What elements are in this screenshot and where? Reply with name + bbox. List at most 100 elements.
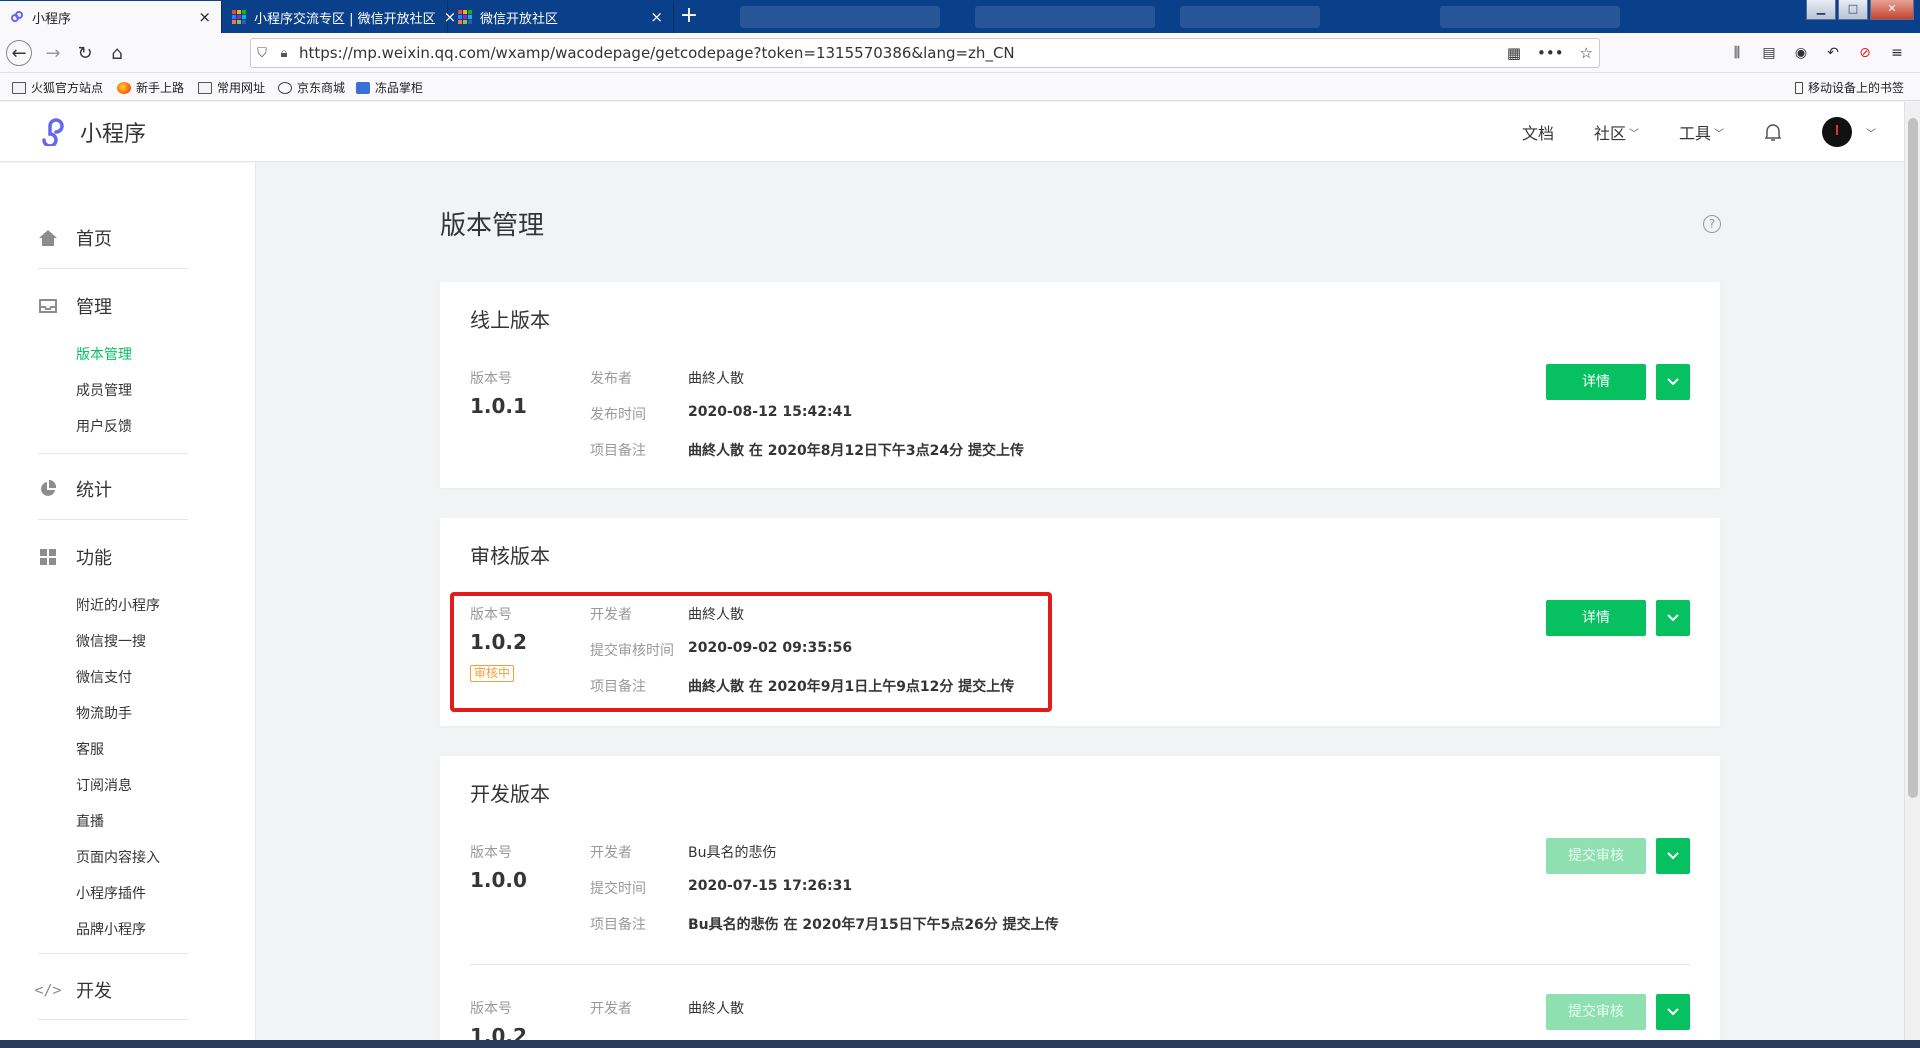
window-controls: ▁ □ ✕ [1804,0,1914,20]
sidebar-item-search[interactable]: 微信搜一搜 [76,631,146,651]
globe-icon [278,81,292,94]
note-label: 项目备注 [590,443,646,459]
avatar[interactable] [1822,117,1852,147]
window-close-icon[interactable]: ✕ [1870,0,1914,20]
detail-button[interactable]: 详情 [1546,600,1646,636]
sidebar: 首页 管理 版本管理 成员管理 用户反馈 统计 功能 附近的小程序 微信搜一搜 … [0,163,256,1048]
reload-icon[interactable]: ↻ [72,40,98,66]
code-icon: </> [34,981,62,999]
lock-icon[interactable]: 🔒︎ [273,46,295,61]
star-bookmark-icon[interactable]: ☆ [1580,44,1593,62]
detail-button[interactable]: 详情 [1546,364,1646,400]
sidebar-item-stats[interactable]: 统计 [38,476,112,502]
sidebar-item-version-management[interactable]: 版本管理 [76,344,132,364]
version-number: 1.0.1 [470,394,527,418]
bookmark-common-sites[interactable]: 常用网址 [198,79,265,96]
miniprogram-logo-icon [42,118,64,146]
shield-icon[interactable]: ⛉ [251,46,273,61]
sidebar-item-members[interactable]: 成员管理 [76,380,132,400]
sidebar-item-feedback[interactable]: 用户反馈 [76,416,132,436]
bookmark-jd[interactable]: 京东商城 [278,79,345,96]
library-icon[interactable]: ⫼ [1724,41,1750,65]
url-bar[interactable]: ⛉ 🔒︎ https://mp.weixin.qq.com/wxamp/waco… [250,38,1600,68]
sidebar-item-features[interactable]: 功能 [38,544,112,570]
sidebar-label: 统计 [76,480,112,501]
sidebar-item-live[interactable]: 直播 [76,811,104,831]
publisher-label: 发布者 [590,371,632,387]
sidebar-toggle-icon[interactable]: ▤ [1756,41,1782,65]
nav-tools-label: 工具 [1678,124,1711,143]
more-dropdown-button[interactable] [1656,994,1690,1030]
sidebar-item-nearby[interactable]: 附近的小程序 [76,595,160,615]
more-dropdown-button[interactable] [1656,364,1690,400]
sidebar-item-home[interactable]: 首页 [38,225,112,251]
developer-value: 曲終人散 [688,1001,744,1017]
chevron-down-icon [1667,1008,1679,1016]
firefox-icon [117,81,131,94]
bookmark-label: 冻品掌柜 [375,81,424,95]
publish-time-value: 2020-08-12 15:42:41 [688,404,853,420]
sidebar-item-customer-service[interactable]: 客服 [76,739,104,759]
nav-community[interactable]: 社区 ﹀ [1594,120,1639,144]
new-tab-button[interactable]: + [676,4,702,30]
more-actions-icon[interactable]: ••• [1537,44,1564,62]
maximize-icon[interactable]: □ [1838,0,1868,20]
qr-code-icon[interactable]: ▦ [1507,44,1521,62]
close-icon[interactable]: × [642,9,663,25]
sidebar-label: 首页 [76,229,112,250]
menu-icon[interactable]: ≡ [1884,41,1910,65]
minimize-icon[interactable]: ▁ [1806,0,1836,20]
sidebar-item-plugins[interactable]: 小程序插件 [76,883,146,903]
wechat-grid-favicon-icon [232,10,246,24]
version-label: 版本号 [470,1001,512,1017]
bookmark-frozen-goods[interactable]: 冻品掌柜 [356,79,423,96]
browser-tab-open-community[interactable]: 微信开放社区 × [448,1,674,33]
undo-icon[interactable]: ↶ [1820,41,1846,65]
sidebar-item-dev[interactable]: </> 开发 [34,977,112,1003]
bookmark-getting-started[interactable]: 新手上路 [117,79,184,96]
home-icon [38,228,58,248]
submit-time-value: 2020-07-15 17:26:31 [688,878,853,894]
chevron-down-icon: ﹀ [1628,128,1639,140]
submit-review-button[interactable]: 提交审核 [1546,994,1646,1030]
bookmark-mobile[interactable]: 移动设备上的书签 [1794,79,1904,96]
background-window-tab [1440,6,1620,28]
chevron-down-icon [1667,378,1679,386]
background-window-tab [1180,6,1320,28]
browser-tab-miniprogram[interactable]: 小程序 × [0,1,222,33]
nav-docs[interactable]: 文档 [1522,120,1554,144]
sidebar-item-content-access[interactable]: 页面内容接入 [76,847,160,867]
user-menu[interactable]: ﹀ [1822,117,1876,147]
scrollbar-thumb[interactable] [1908,118,1918,798]
more-dropdown-button[interactable] [1656,600,1690,636]
notification-bell[interactable] [1764,122,1782,142]
nav-tools[interactable]: 工具 ﹀ [1679,120,1724,144]
sidebar-item-subscribe[interactable]: 订阅消息 [76,775,132,795]
pie-chart-icon [38,479,58,499]
browser-tab-community-zone[interactable]: 小程序交流专区 | 微信开放社区 × [222,1,456,33]
bookmark-firefox-official[interactable]: 火狐官方站点 [12,79,103,96]
url-text[interactable]: https://mp.weixin.qq.com/wxamp/wacodepag… [299,44,1015,62]
card-title: 开发版本 [470,782,550,806]
page-title: 版本管理 [440,211,545,241]
adblock-icon[interactable]: ⊘ [1852,41,1878,65]
help-icon[interactable]: ? [1703,215,1721,233]
forward-icon[interactable]: → [40,40,66,66]
submit-time-label: 提交时间 [590,881,646,897]
sidebar-item-logistics[interactable]: 物流助手 [76,703,132,723]
chevron-down-icon: ﹀ [1714,128,1724,140]
back-icon[interactable]: ← [6,40,32,66]
close-icon[interactable]: × [190,9,211,25]
page-scrollbar[interactable] [1904,102,1920,1048]
bookmarks-bar: 火狐官方站点 新手上路 常用网址 京东商城 冻品掌柜 移动设备上的书签 [0,73,1920,101]
miniprogram-logo[interactable]: 小程序 [38,116,146,148]
sidebar-item-pay[interactable]: 微信支付 [76,667,132,687]
more-dropdown-button[interactable] [1656,838,1690,874]
sidebar-divider [38,519,188,520]
sidebar-item-manage[interactable]: 管理 [38,293,112,319]
sidebar-item-brand[interactable]: 品牌小程序 [76,919,146,939]
account-icon[interactable]: ◉ [1788,41,1814,65]
home-icon[interactable]: ⌂ [104,40,130,66]
submit-review-button[interactable]: 提交审核 [1546,838,1646,874]
sidebar-label: 开发 [76,981,112,1002]
